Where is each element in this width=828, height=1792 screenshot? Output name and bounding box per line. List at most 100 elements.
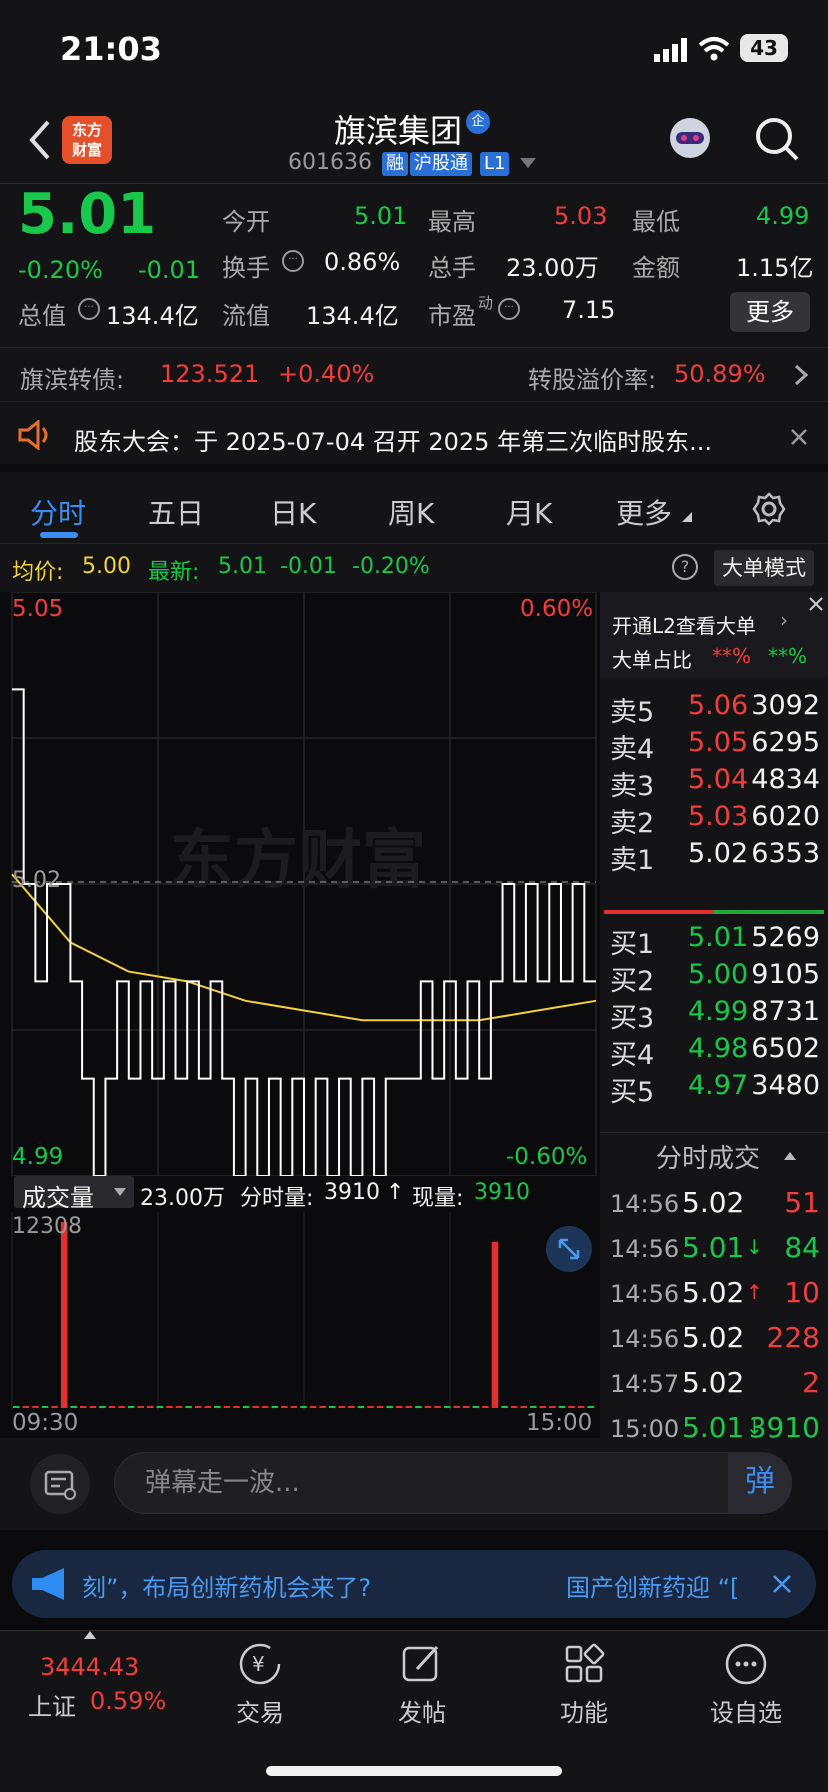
volume-bar: [539, 1406, 547, 1408]
nav-post[interactable]: 发帖: [362, 1641, 482, 1728]
nav-trade[interactable]: ¥ 交易: [200, 1641, 320, 1728]
volume-bar: [281, 1406, 288, 1408]
signal-icon: [654, 38, 687, 62]
back-icon[interactable]: [28, 120, 52, 160]
intraday-chart-area[interactable]: 东方财富 5.05 0.60% 5.02 4.99 -0.60% 成交量 23.…: [0, 592, 600, 1438]
tick-volume: 10: [784, 1276, 820, 1309]
bid-row[interactable]: 买4 4.98 6502: [600, 1033, 828, 1073]
float-value: 134.4亿: [306, 302, 399, 330]
avg-label: 均价:: [12, 560, 64, 585]
bid-row[interactable]: 买5 4.97 3480: [600, 1070, 828, 1110]
ask-row[interactable]: 卖1 5.02 6353: [600, 838, 828, 878]
volume-bar: [328, 1406, 336, 1408]
search-icon[interactable]: [754, 116, 800, 162]
volume-bar: [108, 1406, 116, 1408]
post-edit-icon: [402, 1645, 439, 1682]
index-pct[interactable]: 0.59%: [90, 1687, 166, 1715]
nav-watchlist[interactable]: 设自选: [686, 1641, 806, 1728]
close-icon[interactable]: [804, 592, 828, 616]
danmu-send-button[interactable]: 弹: [728, 1452, 792, 1514]
bid-row[interactable]: 买1 5.01 5269: [600, 922, 828, 962]
tick-price: 5.02: [682, 1276, 745, 1309]
volume-bar: [587, 1406, 594, 1408]
bid-volume: 6502: [751, 1033, 820, 1064]
up-arrow-icon: ↑: [386, 1180, 405, 1205]
more-button[interactable]: 更多: [730, 292, 810, 332]
bond-row[interactable]: 旗滨转债: 123.521 +0.40% 转股溢价率: 50.89%: [0, 348, 828, 402]
bid-label: 买5: [610, 1077, 655, 1108]
volume-bar: [529, 1406, 537, 1408]
volume-bar: [568, 1406, 575, 1408]
index-name[interactable]: 上证: [28, 1687, 76, 1722]
volume-bar: [233, 1406, 240, 1408]
news-banner[interactable]: 刻”，布局创新药机会来了? 国产创新药迎 “[: [12, 1550, 816, 1618]
robot-assistant-icon[interactable]: [664, 112, 716, 164]
info-icon[interactable]: ···: [78, 298, 100, 320]
volume-bar: [118, 1406, 125, 1408]
ask-row[interactable]: 卖5 5.06 3092: [600, 690, 828, 730]
prev-close-label: 5.02: [12, 868, 61, 893]
ask-row[interactable]: 卖4 5.05 6295: [600, 727, 828, 767]
volume-selector[interactable]: 成交量: [14, 1176, 134, 1212]
ask-label: 卖1: [610, 845, 655, 876]
volume-bar: [185, 1406, 192, 1408]
bid-volume: 5269: [751, 922, 820, 953]
change-pct: -0.20%: [18, 256, 103, 284]
open-label: 今开: [222, 208, 270, 236]
info-icon[interactable]: ···: [498, 298, 520, 320]
bid-row[interactable]: 买2 5.00 9105: [600, 959, 828, 999]
bond-price: 123.521: [160, 360, 260, 388]
ask-row[interactable]: 卖3 5.04 4834: [600, 764, 828, 804]
notice-row[interactable]: 股东大会：于 2025-07-04 召开 2025 年第三次临时股东...: [0, 402, 828, 472]
volume-value: 23.00万: [506, 254, 599, 282]
tab-intraday[interactable]: 分时: [30, 492, 86, 532]
volume-bar: [223, 1406, 231, 1408]
ask-label: 卖4: [610, 734, 655, 765]
chart-tabs: 分时 五日 日K 周K 月K 更多: [0, 472, 828, 544]
bond-name: 旗滨转债:: [20, 366, 125, 394]
close-icon[interactable]: [790, 428, 808, 446]
expand-icon[interactable]: [546, 1226, 592, 1272]
volume-bar: [22, 1406, 30, 1408]
mktcap-label: 总值: [18, 302, 66, 330]
high-label: 最高: [428, 208, 476, 236]
tab-more[interactable]: 更多: [616, 492, 672, 532]
tab-daily-k[interactable]: 日K: [270, 492, 316, 532]
amount-value: 1.15亿: [736, 254, 814, 282]
tab-monthly-k[interactable]: 月K: [506, 492, 552, 532]
volume-max-label: 12308: [12, 1214, 82, 1239]
high-value: 5.03: [554, 202, 608, 230]
ticks-title[interactable]: 分时成交: [656, 1138, 760, 1175]
bid-row[interactable]: 买3 4.99 8731: [600, 996, 828, 1036]
danmu-toggle[interactable]: [30, 1454, 90, 1514]
l2-promo[interactable]: 开通L2查看大单 › 大单占比 **% **%: [600, 592, 828, 678]
ask-volume: 3092: [751, 690, 820, 721]
big-order-ratio-red: **%: [712, 644, 752, 668]
l1-tag: L1: [480, 152, 510, 176]
tab-weekly-k[interactable]: 周K: [388, 492, 434, 532]
settings-gear-icon[interactable]: [752, 492, 786, 526]
latest-label: 最新:: [148, 560, 200, 585]
dropdown-icon[interactable]: [520, 158, 536, 168]
chevron-right-icon: ›: [780, 608, 788, 632]
danmu-input[interactable]: 弹幕走一波...: [114, 1452, 792, 1514]
mktcap-value: 134.4亿: [106, 302, 199, 330]
tick-price: 5.02: [682, 1366, 745, 1399]
tab-five-day[interactable]: 五日: [148, 492, 204, 532]
help-icon[interactable]: ?: [672, 554, 698, 580]
info-icon[interactable]: ···: [282, 250, 304, 272]
ask-volume: 6295: [751, 727, 820, 758]
price-chart[interactable]: 东方财富: [0, 592, 600, 1176]
volume-bar: [472, 1406, 480, 1408]
tick-volume: 84: [784, 1231, 820, 1264]
megaphone-icon: [32, 1568, 64, 1600]
nav-functions[interactable]: 功能: [524, 1641, 644, 1728]
tick-time: 14:56: [610, 1235, 680, 1263]
big-order-mode-button[interactable]: 大单模式: [714, 550, 814, 586]
ask-row[interactable]: 卖2 5.03 6020: [600, 801, 828, 841]
volume-bar: [424, 1406, 432, 1408]
close-icon[interactable]: [772, 1574, 792, 1594]
index-value[interactable]: 3444.43: [40, 1653, 139, 1681]
ask-label: 卖3: [610, 771, 655, 802]
volume-chart[interactable]: [0, 1212, 600, 1410]
